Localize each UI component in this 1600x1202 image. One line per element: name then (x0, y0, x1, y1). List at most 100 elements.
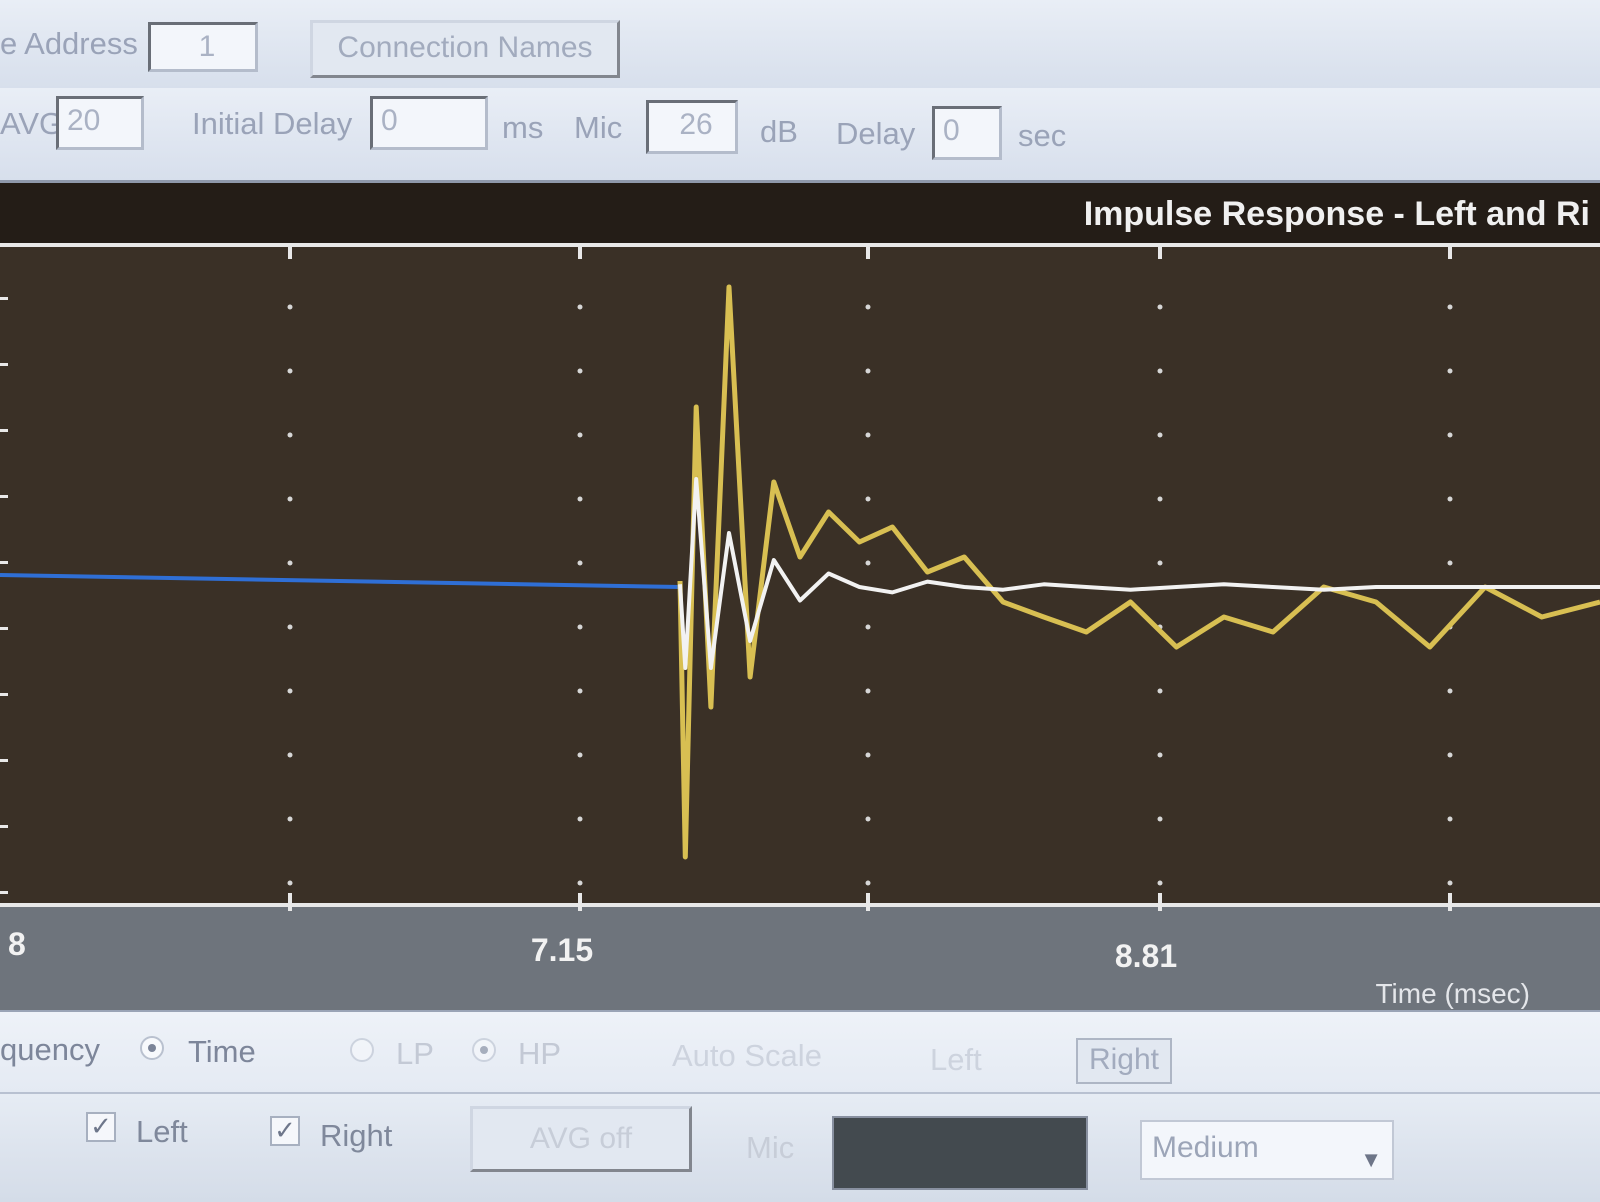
grid-dot (287, 304, 293, 310)
grid-dot (1447, 432, 1453, 438)
grid-dot (1157, 752, 1163, 758)
grid-dot (865, 816, 871, 822)
grid-dot (865, 880, 871, 886)
grid-dot (577, 880, 583, 886)
avg-field[interactable]: 20 (56, 96, 144, 150)
y-tick-mark (0, 891, 8, 894)
grid-dot (577, 688, 583, 694)
connection-names-button[interactable]: Connection Names (310, 20, 620, 78)
plot-grid (287, 304, 1453, 886)
mic-gain-label: Mic (574, 110, 623, 145)
right-check-label: Right (320, 1118, 393, 1153)
initial-delay-field[interactable]: 0 (370, 96, 488, 150)
mic-meter-label: Mic (746, 1130, 795, 1165)
delay-unit: sec (1018, 118, 1067, 153)
lp-label: LP (396, 1036, 434, 1071)
series-line-right (678, 477, 1600, 670)
grid-dot (577, 752, 583, 758)
grid-dot (1157, 304, 1163, 310)
frequency-label: quency (0, 1032, 100, 1067)
speed-select-value: Medium (1152, 1131, 1259, 1164)
grid-dot (1447, 304, 1453, 310)
toolbar-row-1: e Address 1 Connection Names (0, 0, 1600, 90)
grid-dot (1447, 816, 1453, 822)
grid-dot (865, 304, 871, 310)
x-tick-label: 8 (8, 926, 26, 962)
address-field[interactable]: 1 (148, 22, 258, 72)
initial-delay-unit: ms (502, 110, 544, 145)
grid-dot (1157, 880, 1163, 886)
mic-gain-field[interactable]: 26 (646, 100, 738, 154)
grid-dot (1447, 560, 1453, 566)
avg-off-button[interactable]: AVG off (470, 1106, 692, 1172)
avg-label: AVG (0, 106, 64, 141)
grid-dot (865, 560, 871, 566)
x-tick-mark (288, 245, 292, 259)
grid-dot (1157, 688, 1163, 694)
grid-dot (1447, 752, 1453, 758)
grid-dot (865, 496, 871, 502)
y-tick-mark (0, 759, 8, 762)
lp-radio[interactable] (350, 1038, 374, 1062)
channel-controls: ✓ Left ✓ Right AVG off Mic Medium ▼ (0, 1092, 1600, 1202)
grid-dot (865, 432, 871, 438)
x-axis-band (0, 907, 1600, 1010)
mic-level-meter (832, 1116, 1088, 1190)
left-checkbox[interactable]: ✓ (86, 1112, 116, 1142)
grid-dot (577, 816, 583, 822)
x-tick-mark (1158, 893, 1162, 911)
delay-field[interactable]: 0 (932, 106, 1002, 160)
x-tick-mark (866, 893, 870, 911)
x-tick-label: 8.81 (1115, 938, 1177, 974)
chart-title: Impulse Response - Left and Ri (1084, 195, 1590, 233)
y-tick-mark (0, 363, 8, 366)
grid-dot (577, 432, 583, 438)
right-view-button[interactable]: Right (1076, 1038, 1172, 1084)
left-view-button[interactable]: Left (930, 1042, 982, 1078)
plot-top-border (0, 243, 1600, 247)
grid-dot (865, 688, 871, 694)
x-tick-mark (578, 245, 582, 259)
series-line-left (677, 284, 1600, 860)
x-tick-label: 7.15 (531, 932, 593, 968)
time-radio[interactable] (140, 1036, 164, 1060)
grid-dot (577, 560, 583, 566)
grid-dot (865, 752, 871, 758)
grid-dot (577, 304, 583, 310)
toolbar-row-2: AVG 20 Initial Delay 0 ms Mic 26 dB Dela… (0, 88, 1600, 183)
grid-dot (287, 432, 293, 438)
mic-gain-unit: dB (760, 114, 798, 149)
grid-dot (1157, 432, 1163, 438)
x-tick-mark (578, 893, 582, 911)
grid-dot (1157, 560, 1163, 566)
grid-dot (287, 368, 293, 374)
right-checkbox[interactable]: ✓ (270, 1116, 300, 1146)
grid-dot (865, 368, 871, 374)
y-tick-mark (0, 825, 8, 828)
grid-dot (1447, 368, 1453, 374)
series-group (0, 284, 1600, 860)
y-tick-mark (0, 297, 8, 300)
grid-dot (287, 688, 293, 694)
grid-dot (287, 880, 293, 886)
grid-dot (1447, 688, 1453, 694)
time-label: Time (188, 1034, 256, 1069)
y-tick-mark (0, 561, 8, 564)
delay-label: Delay (836, 116, 916, 151)
initial-delay-label: Initial Delay (192, 106, 353, 141)
x-tick-mark (1448, 893, 1452, 911)
grid-dot (287, 496, 293, 502)
hp-radio[interactable] (472, 1038, 496, 1062)
grid-dot (1157, 816, 1163, 822)
y-tick-mark (0, 627, 8, 630)
address-label: e Address (0, 26, 138, 61)
auto-scale-label[interactable]: Auto Scale (672, 1038, 822, 1074)
view-controls: quency Time LP HP Auto Scale Left Right (0, 1010, 1600, 1094)
y-tick-mark (0, 495, 8, 498)
x-tick-mark (866, 245, 870, 259)
plot-bottom-border (0, 903, 1600, 907)
left-check-label: Left (136, 1114, 188, 1149)
grid-dot (577, 624, 583, 630)
baseline-trace (0, 573, 681, 589)
speed-select[interactable]: Medium ▼ (1140, 1120, 1394, 1180)
